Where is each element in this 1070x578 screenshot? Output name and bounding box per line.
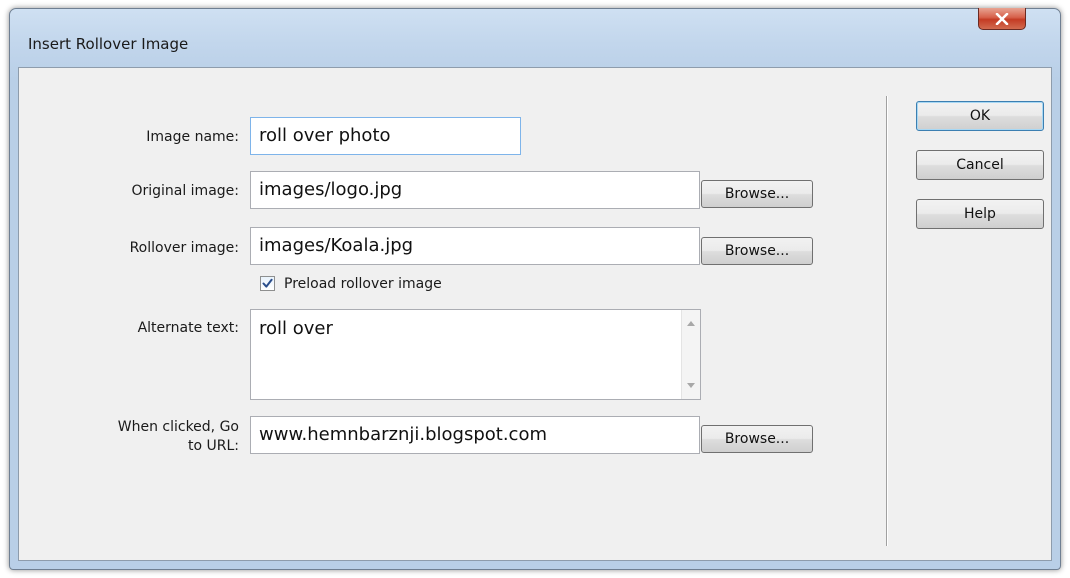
cancel-button[interactable]: Cancel (916, 150, 1044, 180)
dialog-window: Insert Rollover Image Image name: roll o… (9, 8, 1061, 570)
original-image-input[interactable]: images/logo.jpg (250, 171, 700, 209)
url-label: When clicked, Go to URL: (19, 418, 239, 456)
checkmark-icon (262, 278, 273, 288)
rollover-image-browse-button[interactable]: Browse... (701, 237, 813, 265)
image-name-input[interactable]: roll over photo (250, 117, 521, 155)
original-image-browse-button[interactable]: Browse... (701, 180, 813, 208)
rollover-image-label: Rollover image: (129, 240, 239, 256)
image-name-label: Image name: (146, 129, 239, 145)
url-label-line1: When clicked, Go (117, 419, 239, 435)
alternate-text-area[interactable]: roll over (250, 309, 701, 400)
alternate-text-label: Alternate text: (137, 320, 239, 336)
close-button[interactable] (978, 8, 1026, 30)
dialog-title: Insert Rollover Image (28, 35, 189, 53)
preload-checkbox[interactable] (260, 276, 275, 291)
close-x-icon (995, 12, 1009, 25)
url-label-line2: to URL: (188, 438, 239, 454)
url-browse-button[interactable]: Browse... (701, 425, 813, 453)
vertical-divider (886, 96, 887, 546)
alternate-text-scrollbar[interactable] (681, 310, 700, 399)
original-image-label: Original image: (131, 183, 239, 199)
ok-button[interactable]: OK (916, 101, 1044, 131)
alternate-text-value: roll over (259, 318, 333, 339)
dialog-client-area: Image name: roll over photo Original ima… (18, 67, 1052, 561)
scroll-down-arrow-icon[interactable] (687, 383, 695, 388)
url-input[interactable]: www.hemnbarznji.blogspot.com (250, 416, 700, 454)
help-button[interactable]: Help (916, 199, 1044, 229)
scroll-up-arrow-icon[interactable] (687, 321, 695, 326)
preload-label[interactable]: Preload rollover image (284, 276, 442, 292)
rollover-image-input[interactable]: images/Koala.jpg (250, 227, 700, 265)
